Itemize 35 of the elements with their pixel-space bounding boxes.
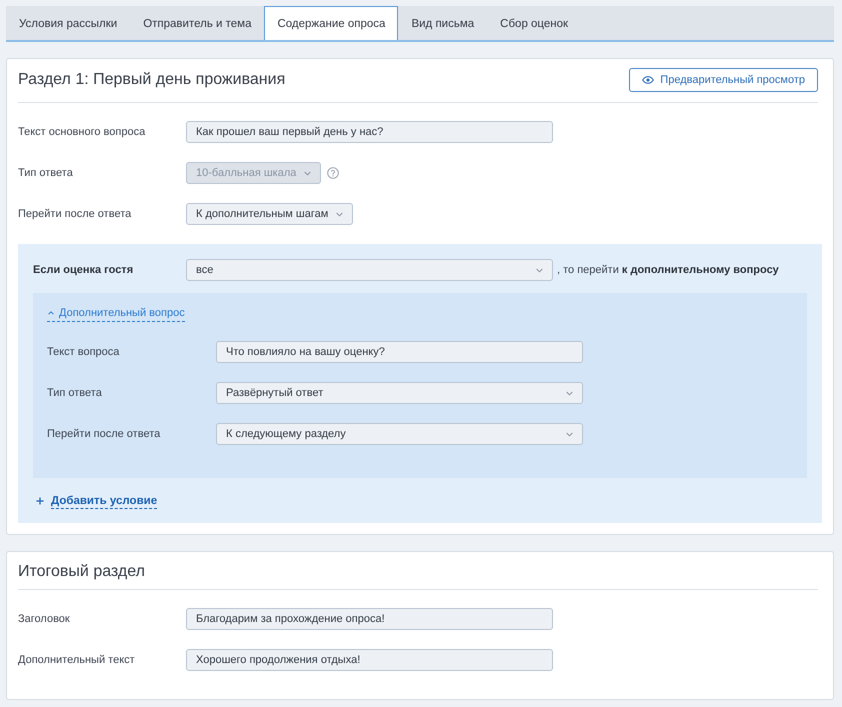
caret-icon — [304, 170, 312, 176]
field-label: Текст основного вопроса — [18, 126, 146, 138]
caret-icon — [566, 390, 573, 396]
text-input[interactable]: Благодарим за прохождение опроса! — [186, 608, 553, 630]
preview-button[interactable]: Предварительный просмотр — [629, 68, 818, 92]
chevron-icon — [48, 311, 54, 315]
dropdown[interactable]: Развёрнутый ответ — [216, 382, 583, 404]
caret-icon — [566, 432, 573, 436]
eye-icon — [642, 76, 654, 84]
field-label: Тип ответа — [18, 167, 74, 179]
plus-icon — [36, 497, 44, 505]
tab[interactable]: Условия рассылки — [6, 6, 130, 40]
field-label: Текст вопроса — [47, 346, 120, 358]
tab[interactable]: Отправитель и тема — [130, 6, 264, 40]
tab[interactable]: Сбор оценок — [487, 6, 582, 40]
field-label: Перейти после ответа — [18, 208, 132, 220]
tab[interactable]: Вид письма — [398, 6, 488, 40]
tab[interactable]: Содержание опроса — [264, 6, 398, 40]
add-condition-link[interactable]: Добавить условие — [36, 491, 158, 511]
field-label: Дополнительный текст — [18, 654, 136, 666]
section-title: Раздел 1: Первый день проживания — [18, 71, 286, 89]
field-label: Тип ответа — [47, 387, 103, 399]
text-input[interactable]: Хорошего продолжения отдыха! — [186, 649, 553, 671]
caret-icon — [536, 268, 543, 272]
dropdown[interactable]: К дополнительным шагам — [186, 203, 354, 225]
text-input[interactable]: Что повлияло на вашу оценку? — [216, 341, 583, 363]
condition-label: Если оценка гостя — [33, 264, 134, 276]
section-title: Итоговый раздел — [18, 563, 145, 581]
caret-icon — [336, 212, 344, 216]
dropdown[interactable]: К следующему разделу — [216, 423, 583, 445]
field-label: Перейти после ответа — [47, 428, 162, 440]
dropdown[interactable]: все — [186, 259, 553, 281]
text-input[interactable]: Как прошел ваш первый день у нас? — [186, 121, 553, 143]
field-label: Заголовок — [18, 613, 71, 625]
condition-result-text: , то перейти к дополнительному вопросу — [557, 264, 779, 276]
